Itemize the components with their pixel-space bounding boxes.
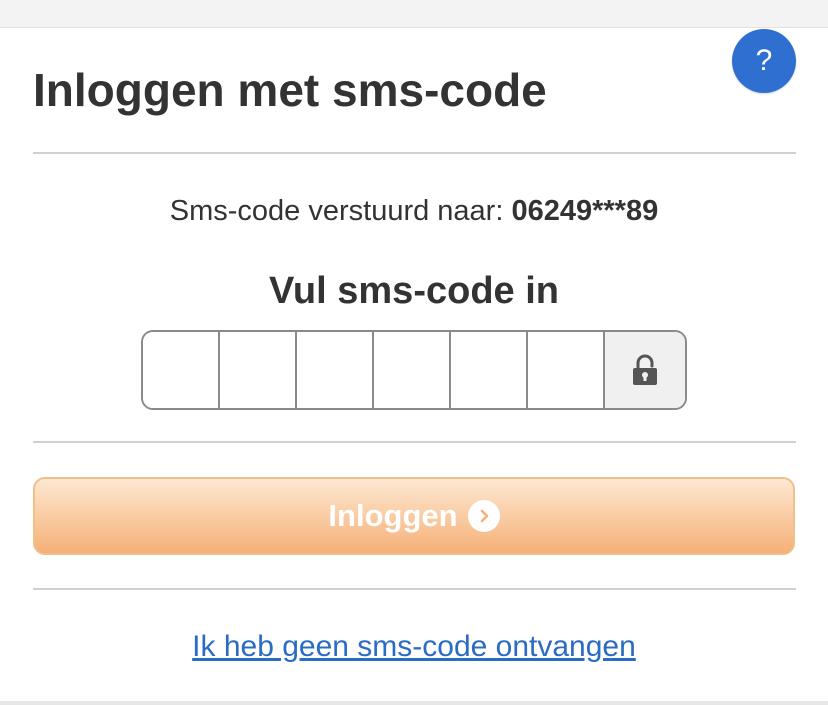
code-digit-5[interactable] (451, 332, 528, 408)
page-title: Inloggen met sms-code (33, 64, 547, 116)
help-button[interactable]: ? (732, 29, 796, 93)
padlock-icon (633, 354, 657, 385)
divider (33, 152, 796, 154)
no-code-received-link[interactable]: Ik heb geen sms-code ontvangen (0, 627, 828, 667)
sms-code-input-group (141, 330, 687, 410)
chevron-right-circle-icon (467, 500, 500, 532)
sms-sent-notice: Sms-code verstuurd naar: 06249***89 (0, 191, 828, 231)
code-entry-label: Vul sms-code in (269, 270, 559, 312)
top-bar (0, 0, 828, 28)
bottom-edge (0, 701, 828, 705)
help-icon: ? (755, 44, 773, 77)
code-digit-1[interactable] (143, 332, 220, 408)
code-digit-6[interactable] (528, 332, 605, 408)
code-digit-3[interactable] (297, 332, 374, 408)
code-digit-4[interactable] (374, 332, 451, 408)
sms-sent-label: Sms-code verstuurd naar: (169, 195, 504, 227)
login-button[interactable]: Inloggen (33, 477, 795, 555)
lock-cell (605, 332, 685, 408)
login-button-label: Inloggen (328, 498, 458, 533)
divider (33, 588, 796, 590)
divider (33, 441, 796, 443)
masked-phone-number: 06249***89 (511, 195, 659, 227)
code-digit-2[interactable] (220, 332, 297, 408)
